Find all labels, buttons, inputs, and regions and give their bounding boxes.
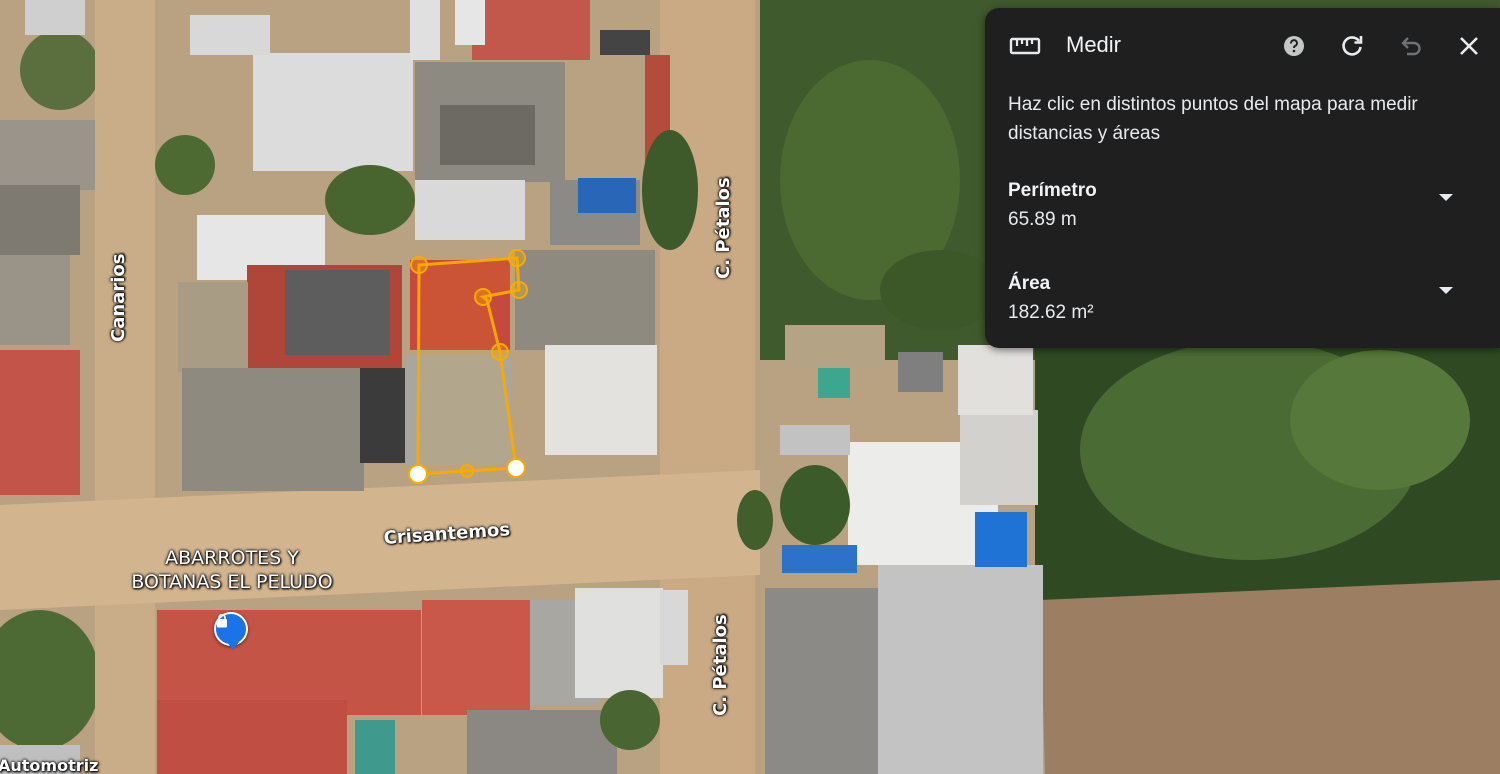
street-label-petalos-north: C. Pétalos [713, 177, 734, 279]
chevron-down-icon[interactable] [1439, 285, 1453, 295]
area-label: Área [1008, 273, 1051, 294]
close-button[interactable] [1453, 30, 1485, 62]
perimeter-row[interactable]: Perímetro 65.89 m [1008, 180, 1478, 240]
perimeter-value: 65.89 m [1008, 209, 1077, 230]
measurement-midpoint[interactable] [410, 256, 428, 274]
ruler-icon [1009, 37, 1041, 55]
street-label-petalos-south: C. Pétalos [710, 614, 731, 716]
measurement-midpoint[interactable] [510, 281, 528, 299]
area-row[interactable]: Área 182.62 m² [1008, 273, 1478, 333]
measurement-midpoint[interactable] [491, 343, 509, 361]
reset-button[interactable] [1336, 30, 1368, 62]
undo-icon [1401, 37, 1421, 56]
chevron-down-icon[interactable] [1439, 192, 1453, 202]
measurement-midpoint[interactable] [474, 288, 492, 306]
help-button[interactable] [1278, 30, 1310, 62]
shopping-bag-icon [217, 614, 227, 628]
measurement-midpoint[interactable] [508, 249, 526, 267]
undo-button[interactable] [1395, 30, 1427, 62]
measurement-midpoint[interactable] [460, 464, 474, 478]
refresh-icon [1342, 36, 1363, 56]
help-icon [1284, 36, 1304, 56]
poi-label-line-1: ABARROTES Y [165, 547, 299, 569]
perimeter-label: Perímetro [1008, 180, 1097, 201]
measurement-point[interactable] [506, 458, 526, 478]
measure-panel: Medir Haz clic en distintos puntos del m… [985, 8, 1500, 348]
street-label-canarios: Canarios [108, 253, 129, 342]
place-label-automotriz: Automotriz [0, 756, 99, 774]
close-icon [1460, 37, 1478, 55]
measurement-point[interactable] [408, 464, 428, 484]
panel-header: Medir [985, 8, 1500, 86]
poi-label-line-2: BOTANAS EL PELUDO [131, 571, 333, 593]
panel-description: Haz clic en distintos puntos del mapa pa… [1008, 94, 1418, 144]
area-value: 182.62 m² [1008, 302, 1094, 323]
poi-pin[interactable] [214, 612, 248, 650]
panel-title: Medir [1066, 32, 1122, 57]
poi-label[interactable]: ABARROTES Y BOTANAS EL PELUDO [112, 546, 352, 594]
